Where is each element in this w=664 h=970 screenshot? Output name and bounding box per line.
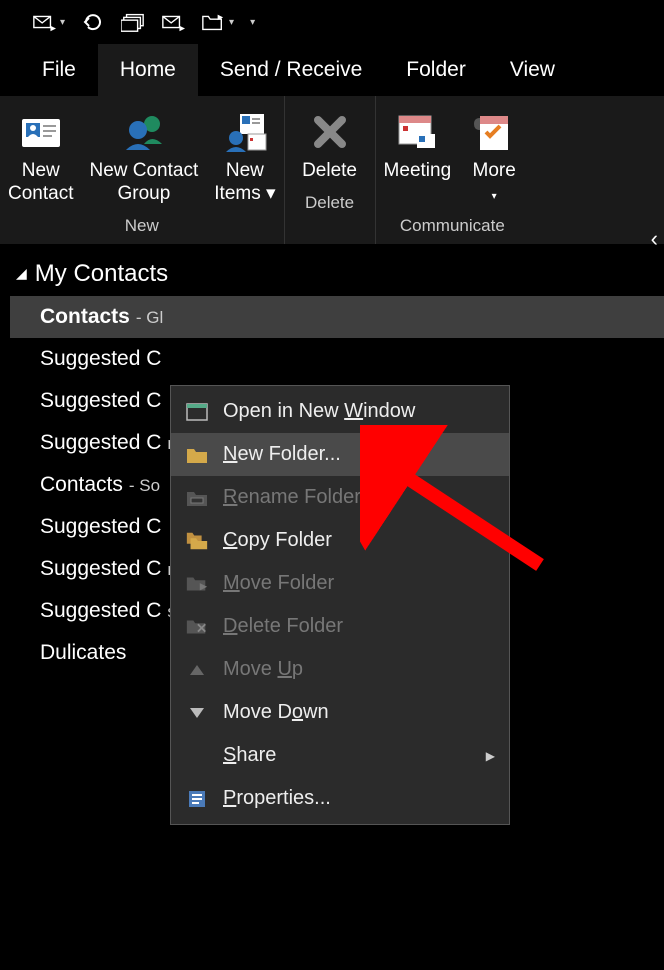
folder-item-name: Dulicates [40, 641, 126, 665]
folder-send-icon [201, 12, 225, 32]
collapse-ribbon-icon[interactable]: ‹ [651, 226, 658, 252]
submenu-arrow-icon: ▶ [486, 749, 495, 763]
ctx-delete-folder: Delete Folder [171, 605, 509, 648]
expand-triangle-icon: ◢ [16, 265, 27, 282]
ribbon: NewContact New ContactGroup NewItems ▾ N… [0, 96, 664, 244]
more-label: More▾ [473, 160, 516, 206]
folder-copy-icon [185, 530, 209, 552]
new-contact-label: NewContact [8, 160, 73, 206]
new-items-label: NewItems ▾ [214, 160, 275, 206]
delete-x-icon [306, 108, 354, 156]
ribbon-tabs: File Home Send / Receive Folder View [0, 44, 664, 96]
ribbon-group-delete: Delete Delete [285, 96, 376, 244]
undo-icon [81, 12, 105, 32]
qat-items[interactable] [113, 8, 153, 36]
ctx-move-up: Move Up [171, 648, 509, 691]
ctx-copy-folder-label: Copy Folder [223, 529, 332, 552]
send-receive-icon [32, 12, 56, 32]
ribbon-group-delete-label: Delete [305, 187, 354, 217]
folder-item-name: Suggested C [40, 389, 161, 413]
delete-button[interactable]: Delete [285, 104, 375, 187]
new-contact-group-button[interactable]: New ContactGroup [81, 104, 206, 210]
folder-rename-icon [185, 487, 209, 509]
meeting-label: Meeting [384, 160, 452, 183]
folder-item-name: Contacts [40, 305, 130, 329]
ctx-move-folder-label: Move Folder [223, 572, 334, 595]
ctx-new-folder[interactable]: New Folder... [171, 433, 509, 476]
delete-label: Delete [302, 160, 357, 183]
folder-new-icon [185, 444, 209, 466]
dropdown-arrow-icon: ▾ [250, 17, 255, 28]
contact-group-icon [120, 108, 168, 156]
ribbon-group-communicate-label: Communicate [400, 210, 505, 240]
quick-access-toolbar: ▾ ▾ ▾ [0, 0, 664, 44]
qat-mail[interactable] [153, 8, 193, 36]
window-icon [185, 401, 209, 423]
qat-send-receive[interactable]: ▾ [24, 8, 73, 36]
folder-item[interactable]: Suggested C [10, 338, 664, 380]
folder-move-icon [185, 573, 209, 595]
ctx-delete-folder-label: Delete Folder [223, 615, 343, 638]
folder-item-name: Contacts [40, 473, 123, 497]
ctx-move-up-label: Move Up [223, 658, 303, 681]
qat-undo[interactable] [73, 8, 113, 36]
tab-file[interactable]: File [20, 44, 98, 96]
new-contact-group-label: New ContactGroup [89, 160, 198, 206]
ctx-properties-label: Properties... [223, 787, 331, 810]
qat-customize[interactable]: ▾ [242, 13, 263, 32]
blank-icon [185, 745, 209, 767]
tab-send-receive[interactable]: Send / Receive [198, 44, 384, 96]
ctx-move-down[interactable]: Move Down [171, 691, 509, 734]
ctx-new-folder-label: New Folder... [223, 443, 341, 466]
ctx-open-new-window[interactable]: Open in New Window [171, 390, 509, 433]
ctx-properties[interactable]: Properties... [171, 777, 509, 820]
tab-folder[interactable]: Folder [384, 44, 488, 96]
ctx-rename-folder: Rename Folder [171, 476, 509, 519]
more-button[interactable]: More▾ [459, 104, 529, 210]
folder-item[interactable]: Contacts - Gl [10, 296, 664, 338]
ctx-move-down-label: Move Down [223, 701, 329, 724]
folder-item-name: Suggested C [40, 599, 161, 623]
ctx-move-folder: Move Folder [171, 562, 509, 605]
qat-folder[interactable]: ▾ [193, 8, 242, 36]
ribbon-group-new-label: New [125, 210, 159, 240]
folder-item-name: Suggested C [40, 347, 161, 371]
contact-card-icon [17, 108, 65, 156]
ctx-open-new-window-label: Open in New Window [223, 400, 415, 423]
folder-header-label: My Contacts [35, 260, 168, 288]
meeting-button[interactable]: Meeting [376, 104, 460, 210]
folder-header-my-contacts[interactable]: ◢ My Contacts [10, 252, 664, 296]
ribbon-group-new: NewContact New ContactGroup NewItems ▾ N… [0, 96, 285, 244]
ctx-share[interactable]: Share ▶ [171, 734, 509, 777]
tab-home[interactable]: Home [98, 44, 198, 96]
new-items-icon [221, 108, 269, 156]
mail-send-icon [161, 12, 185, 32]
ctx-rename-folder-label: Rename Folder [223, 486, 361, 509]
more-icon [470, 108, 518, 156]
new-items-button[interactable]: NewItems ▾ [206, 104, 283, 210]
ribbon-group-communicate: Meeting More▾ Communicate [376, 96, 530, 244]
folder-delete-icon [185, 616, 209, 638]
new-contact-button[interactable]: NewContact [0, 104, 81, 210]
context-menu: Open in New Window New Folder... Rename … [170, 385, 510, 825]
items-stack-icon [121, 12, 145, 32]
triangle-up-icon [185, 659, 209, 681]
folder-item-name: Suggested C [40, 431, 161, 455]
tab-view[interactable]: View [488, 44, 577, 96]
dropdown-arrow-icon: ▾ [60, 17, 65, 28]
triangle-down-icon [185, 702, 209, 724]
dropdown-arrow-icon: ▾ [229, 17, 234, 28]
meeting-icon [393, 108, 441, 156]
folder-item-suffix: - So [129, 476, 160, 496]
ctx-share-label: Share [223, 744, 276, 767]
folder-item-name: Suggested C [40, 515, 161, 539]
ctx-copy-folder[interactable]: Copy Folder [171, 519, 509, 562]
folder-item-suffix: - Gl [136, 308, 163, 328]
folder-item-name: Suggested C [40, 557, 161, 581]
properties-icon [185, 788, 209, 810]
